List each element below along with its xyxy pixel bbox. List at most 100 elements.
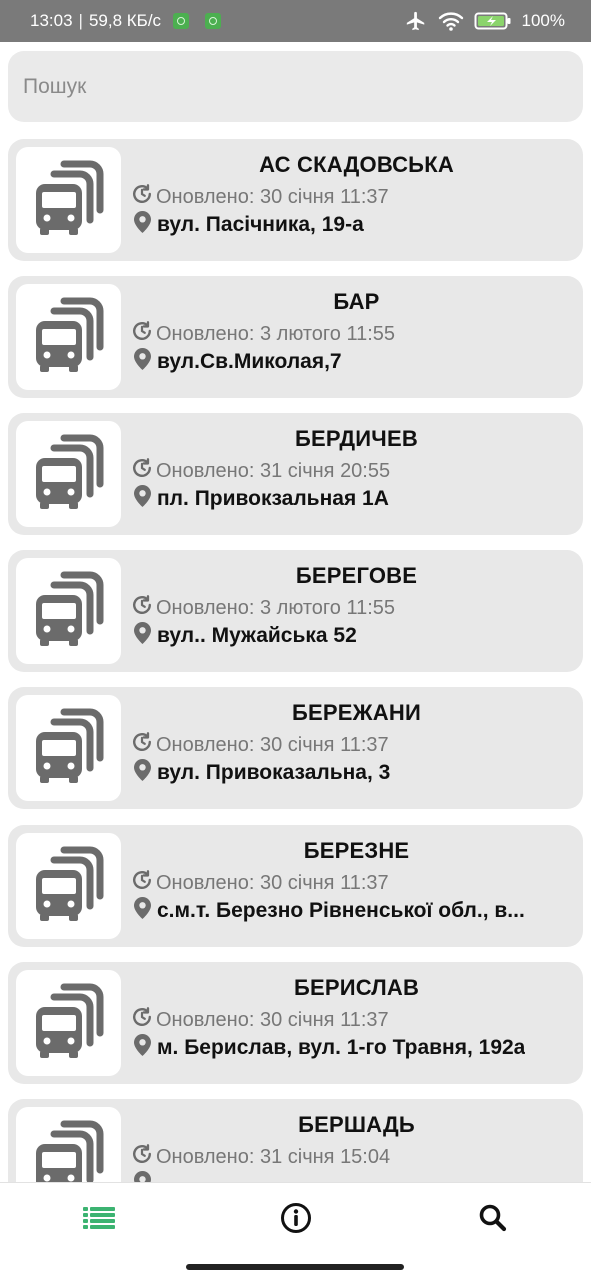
address-text: вул.. Мужайська 52 [157,624,357,647]
status-right: 100% [404,10,565,32]
station-name: БЕРЕЗНЕ [303,838,410,863]
updated-text: Оновлено: 30 січня 11:37 [156,733,389,756]
station-name: БЕРДИЧЕВ [295,426,418,451]
station-updated: Оновлено: 30 січня 11:37 [131,183,573,211]
bus-thumbnail [16,695,121,801]
station-card[interactable]: БЕРЕГОВЕ Оновлено: 3 лютого 11:55 вул.. … [8,550,583,672]
station-address: с.м.т. Березно Рівненської обл., в... [134,897,571,925]
station-address: вул.Св.Миколая,7 [134,348,571,376]
status-left: 13:03 | 59,8 КБ/с [30,11,222,31]
station-list[interactable]: АС СКАДОВСЬКА Оновлено: 30 січня 11:37 в… [0,139,591,1182]
refresh-clock-icon [131,1006,153,1034]
updated-text: Оновлено: 3 лютого 11:55 [156,596,396,619]
status-bar: 13:03 | 59,8 КБ/с 100% [0,0,591,42]
address-text: пл. Привокзальная 1А [157,487,389,510]
nav-list-button[interactable] [74,1201,124,1239]
bus-thumbnail [16,558,121,664]
info-icon [280,1202,312,1239]
bus-icon [34,160,104,241]
location-pin-icon [134,1034,151,1062]
station-name: БАР [333,289,380,314]
station-card[interactable]: БЕРДИЧЕВ Оновлено: 31 січня 20:55 пл. Пр… [8,413,583,535]
battery-charging-icon [474,11,512,31]
station-name: БЕРЕЖАНИ [292,700,421,725]
station-card[interactable]: БАР Оновлено: 3 лютого 11:55 вул.Св.Мико… [8,276,583,398]
updated-text: Оновлено: 30 січня 11:37 [156,871,389,894]
home-indicator [186,1264,404,1270]
search-input[interactable] [23,74,583,99]
station-updated: Оновлено: 30 січня 11:37 [131,731,573,759]
address-text: вул. Пасічника, 19-а [157,213,364,236]
refresh-clock-icon [131,1143,153,1171]
bus-icon [34,708,104,789]
bus-icon [34,846,104,927]
status-separator: | [78,11,83,30]
bus-icon [34,434,104,515]
station-card[interactable]: БЕРЕЗНЕ Оновлено: 30 січня 11:37 с.м.т. … [8,825,583,947]
location-pin-icon [134,348,151,376]
location-pin-icon [134,622,151,650]
station-card[interactable]: АС СКАДОВСЬКА Оновлено: 30 січня 11:37 в… [8,139,583,261]
station-updated: Оновлено: 30 січня 11:37 [131,869,573,897]
station-name: АС СКАДОВСЬКА [259,152,454,177]
address-text: м. Берислав, вул. 1-го Травня, 192а [157,1036,526,1059]
bus-icon [34,297,104,378]
address-text: вул.Св.Миколая,7 [157,350,342,373]
updated-text: Оновлено: 30 січня 11:37 [156,1008,389,1031]
nav-info-button[interactable] [271,1201,321,1239]
station-updated: Оновлено: 31 січня 15:04 [131,1143,573,1171]
refresh-clock-icon [131,869,153,897]
bus-icon [34,1120,104,1182]
address-text: вул. Привоказальна, 3 [157,761,391,784]
refresh-clock-icon [131,457,153,485]
wifi-icon [438,10,464,32]
location-pin-icon [134,897,151,925]
station-address: вул. Пасічника, 19-а [134,211,571,239]
nav-search-button[interactable] [468,1201,518,1239]
bus-thumbnail [16,833,121,939]
station-address: пл. Привокзальная 1А [134,485,571,513]
station-name: БЕРШАДЬ [298,1112,415,1137]
address-text: с.м.т. Березно Рівненської обл., в... [157,899,525,922]
station-card[interactable]: БЕРШАДЬ Оновлено: 31 січня 15:04 [8,1099,583,1182]
station-card[interactable]: БЕРИСЛАВ Оновлено: 30 січня 11:37 м. Бер… [8,962,583,1084]
notification-app-icon [173,13,190,29]
search-bar[interactable] [8,51,583,122]
bus-thumbnail [16,1107,121,1182]
updated-text: Оновлено: 30 січня 11:37 [156,185,389,208]
bus-thumbnail [16,284,121,390]
refresh-clock-icon [131,594,153,622]
bus-icon [34,571,104,652]
bus-icon [34,983,104,1064]
status-time: 13:03 [30,11,73,30]
location-pin-icon [134,485,151,513]
search-icon [478,1203,508,1238]
location-pin-icon [134,211,151,239]
list-icon [83,1206,115,1235]
station-updated: Оновлено: 30 січня 11:37 [131,1006,573,1034]
station-address: м. Берислав, вул. 1-го Травня, 192а [134,1034,571,1062]
bus-thumbnail [16,147,121,253]
battery-percent: 100% [521,11,565,30]
refresh-clock-icon [131,731,153,759]
station-updated: Оновлено: 31 січня 20:55 [131,457,573,485]
station-name: БЕРИСЛАВ [293,975,420,1000]
bus-thumbnail [16,970,121,1076]
updated-text: Оновлено: 31 січня 15:04 [156,1145,391,1168]
station-address: вул. Привоказальна, 3 [134,759,571,787]
refresh-clock-icon [131,320,153,348]
station-card[interactable]: БЕРЕЖАНИ Оновлено: 30 січня 11:37 вул. П… [8,687,583,809]
station-updated: Оновлено: 3 лютого 11:55 [131,594,573,622]
updated-text: Оновлено: 31 січня 20:55 [156,459,391,482]
station-address: вул.. Мужайська 52 [134,622,571,650]
location-pin-icon [134,1171,151,1182]
updated-text: Оновлено: 3 лютого 11:55 [156,322,396,345]
station-name: БЕРЕГОВЕ [295,563,418,588]
airplane-icon [404,10,428,32]
station-updated: Оновлено: 3 лютого 11:55 [131,320,573,348]
station-address [134,1171,571,1182]
bus-thumbnail [16,421,121,527]
notification-app-icon [205,13,222,29]
location-pin-icon [134,759,151,787]
network-speed: 59,8 КБ/с [88,11,162,30]
